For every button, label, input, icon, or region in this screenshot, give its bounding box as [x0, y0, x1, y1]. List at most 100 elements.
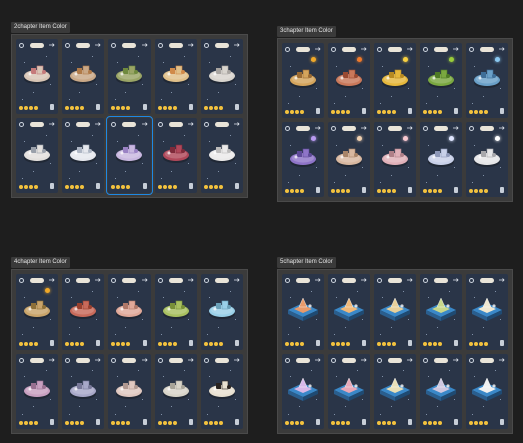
- item-color-card[interactable]: [466, 43, 508, 118]
- jar-icon[interactable]: [142, 183, 147, 189]
- menu-circle-icon[interactable]: [331, 278, 336, 283]
- jar-icon[interactable]: [362, 339, 366, 346]
- menu-circle-icon[interactable]: [65, 357, 71, 363]
- jar-icon[interactable]: [408, 108, 412, 114]
- arrow-right-icon[interactable]: [187, 122, 194, 126]
- menu-circle-icon[interactable]: [111, 43, 117, 48]
- item-color-card[interactable]: [200, 39, 243, 114]
- jar-icon[interactable]: [408, 339, 412, 346]
- item-color-card[interactable]: [16, 39, 59, 114]
- menu-circle-icon[interactable]: [423, 278, 428, 283]
- menu-circle-icon[interactable]: [469, 278, 474, 283]
- arrow-right-icon[interactable]: [453, 47, 459, 51]
- menu-circle-icon[interactable]: [19, 278, 24, 283]
- item-color-card[interactable]: [16, 118, 59, 193]
- arrow-right-icon[interactable]: [49, 43, 55, 47]
- item-color-card[interactable]: [466, 353, 508, 429]
- arrow-right-icon[interactable]: [141, 43, 148, 47]
- jar-icon[interactable]: [500, 187, 504, 193]
- arrow-right-icon[interactable]: [361, 278, 367, 282]
- item-color-card[interactable]: [108, 39, 151, 114]
- arrow-right-icon[interactable]: [187, 43, 194, 47]
- jar-icon[interactable]: [96, 104, 101, 110]
- arrow-right-icon[interactable]: [361, 126, 367, 130]
- arrow-right-icon[interactable]: [234, 122, 240, 126]
- item-color-card[interactable]: [62, 118, 105, 193]
- frame-label-chapter4[interactable]: 4chapter Item Color: [11, 257, 70, 268]
- item-color-card[interactable]: [420, 353, 462, 429]
- item-color-card[interactable]: [328, 43, 370, 118]
- item-color-card[interactable]: [466, 274, 508, 350]
- arrow-right-icon[interactable]: [315, 278, 321, 282]
- jar-icon[interactable]: [316, 108, 320, 114]
- jar-icon[interactable]: [50, 419, 55, 425]
- menu-circle-icon[interactable]: [331, 47, 336, 52]
- menu-circle-icon[interactable]: [111, 122, 117, 127]
- menu-circle-icon[interactable]: [423, 357, 428, 363]
- jar-icon[interactable]: [362, 419, 366, 425]
- arrow-right-icon[interactable]: [49, 278, 55, 282]
- frame-chapter4[interactable]: [11, 269, 248, 434]
- item-color-card[interactable]: [62, 353, 105, 429]
- menu-circle-icon[interactable]: [157, 43, 163, 48]
- item-color-card[interactable]: [154, 274, 197, 350]
- arrow-right-icon[interactable]: [49, 122, 55, 126]
- arrow-right-icon[interactable]: [499, 126, 505, 130]
- menu-circle-icon[interactable]: [111, 278, 117, 283]
- item-color-card[interactable]: [420, 274, 462, 350]
- item-color-card[interactable]: [154, 39, 197, 114]
- menu-circle-icon[interactable]: [19, 357, 24, 363]
- item-color-card[interactable]: [62, 39, 105, 114]
- arrow-right-icon[interactable]: [407, 357, 413, 362]
- menu-circle-icon[interactable]: [377, 357, 382, 363]
- jar-icon[interactable]: [235, 104, 239, 110]
- menu-circle-icon[interactable]: [19, 43, 24, 48]
- arrow-right-icon[interactable]: [361, 47, 367, 51]
- arrow-right-icon[interactable]: [407, 126, 413, 130]
- menu-circle-icon[interactable]: [65, 122, 71, 127]
- jar-icon[interactable]: [188, 419, 193, 425]
- jar-icon[interactable]: [235, 339, 239, 346]
- menu-circle-icon[interactable]: [157, 357, 163, 363]
- arrow-right-icon[interactable]: [187, 278, 194, 282]
- menu-circle-icon[interactable]: [423, 47, 428, 52]
- arrow-right-icon[interactable]: [499, 278, 505, 282]
- jar-icon[interactable]: [50, 339, 55, 346]
- jar-icon[interactable]: [50, 104, 55, 110]
- jar-icon[interactable]: [235, 183, 239, 189]
- jar-icon[interactable]: [235, 419, 239, 425]
- menu-circle-icon[interactable]: [157, 122, 163, 127]
- arrow-right-icon[interactable]: [453, 357, 459, 362]
- item-color-card[interactable]: [200, 353, 243, 429]
- menu-circle-icon[interactable]: [203, 43, 209, 48]
- item-color-card[interactable]: [108, 353, 151, 429]
- menu-circle-icon[interactable]: [65, 43, 71, 48]
- item-color-card[interactable]: [466, 122, 508, 197]
- jar-icon[interactable]: [96, 183, 101, 189]
- jar-icon[interactable]: [96, 419, 101, 425]
- frame-label-chapter3[interactable]: 3chapter Item Color: [277, 26, 336, 37]
- arrow-right-icon[interactable]: [315, 47, 321, 51]
- jar-icon[interactable]: [500, 108, 504, 114]
- menu-circle-icon[interactable]: [469, 47, 474, 52]
- item-color-card[interactable]: [62, 274, 105, 350]
- jar-icon[interactable]: [96, 339, 101, 346]
- menu-circle-icon[interactable]: [377, 47, 382, 52]
- jar-icon[interactable]: [142, 339, 147, 346]
- item-color-card[interactable]: [16, 274, 59, 350]
- frame-label-chapter2[interactable]: 2chapter Item Color: [11, 22, 70, 33]
- jar-icon[interactable]: [188, 104, 193, 110]
- arrow-right-icon[interactable]: [361, 357, 367, 362]
- jar-icon[interactable]: [316, 187, 320, 193]
- jar-icon[interactable]: [188, 339, 193, 346]
- arrow-right-icon[interactable]: [499, 357, 505, 362]
- item-color-card[interactable]: [106, 116, 153, 195]
- arrow-right-icon[interactable]: [187, 357, 194, 362]
- menu-circle-icon[interactable]: [469, 126, 474, 131]
- arrow-right-icon[interactable]: [407, 278, 413, 282]
- menu-circle-icon[interactable]: [203, 278, 209, 283]
- item-color-card[interactable]: [154, 353, 197, 429]
- menu-circle-icon[interactable]: [423, 126, 428, 131]
- jar-icon[interactable]: [362, 108, 366, 114]
- item-color-card[interactable]: [108, 274, 151, 350]
